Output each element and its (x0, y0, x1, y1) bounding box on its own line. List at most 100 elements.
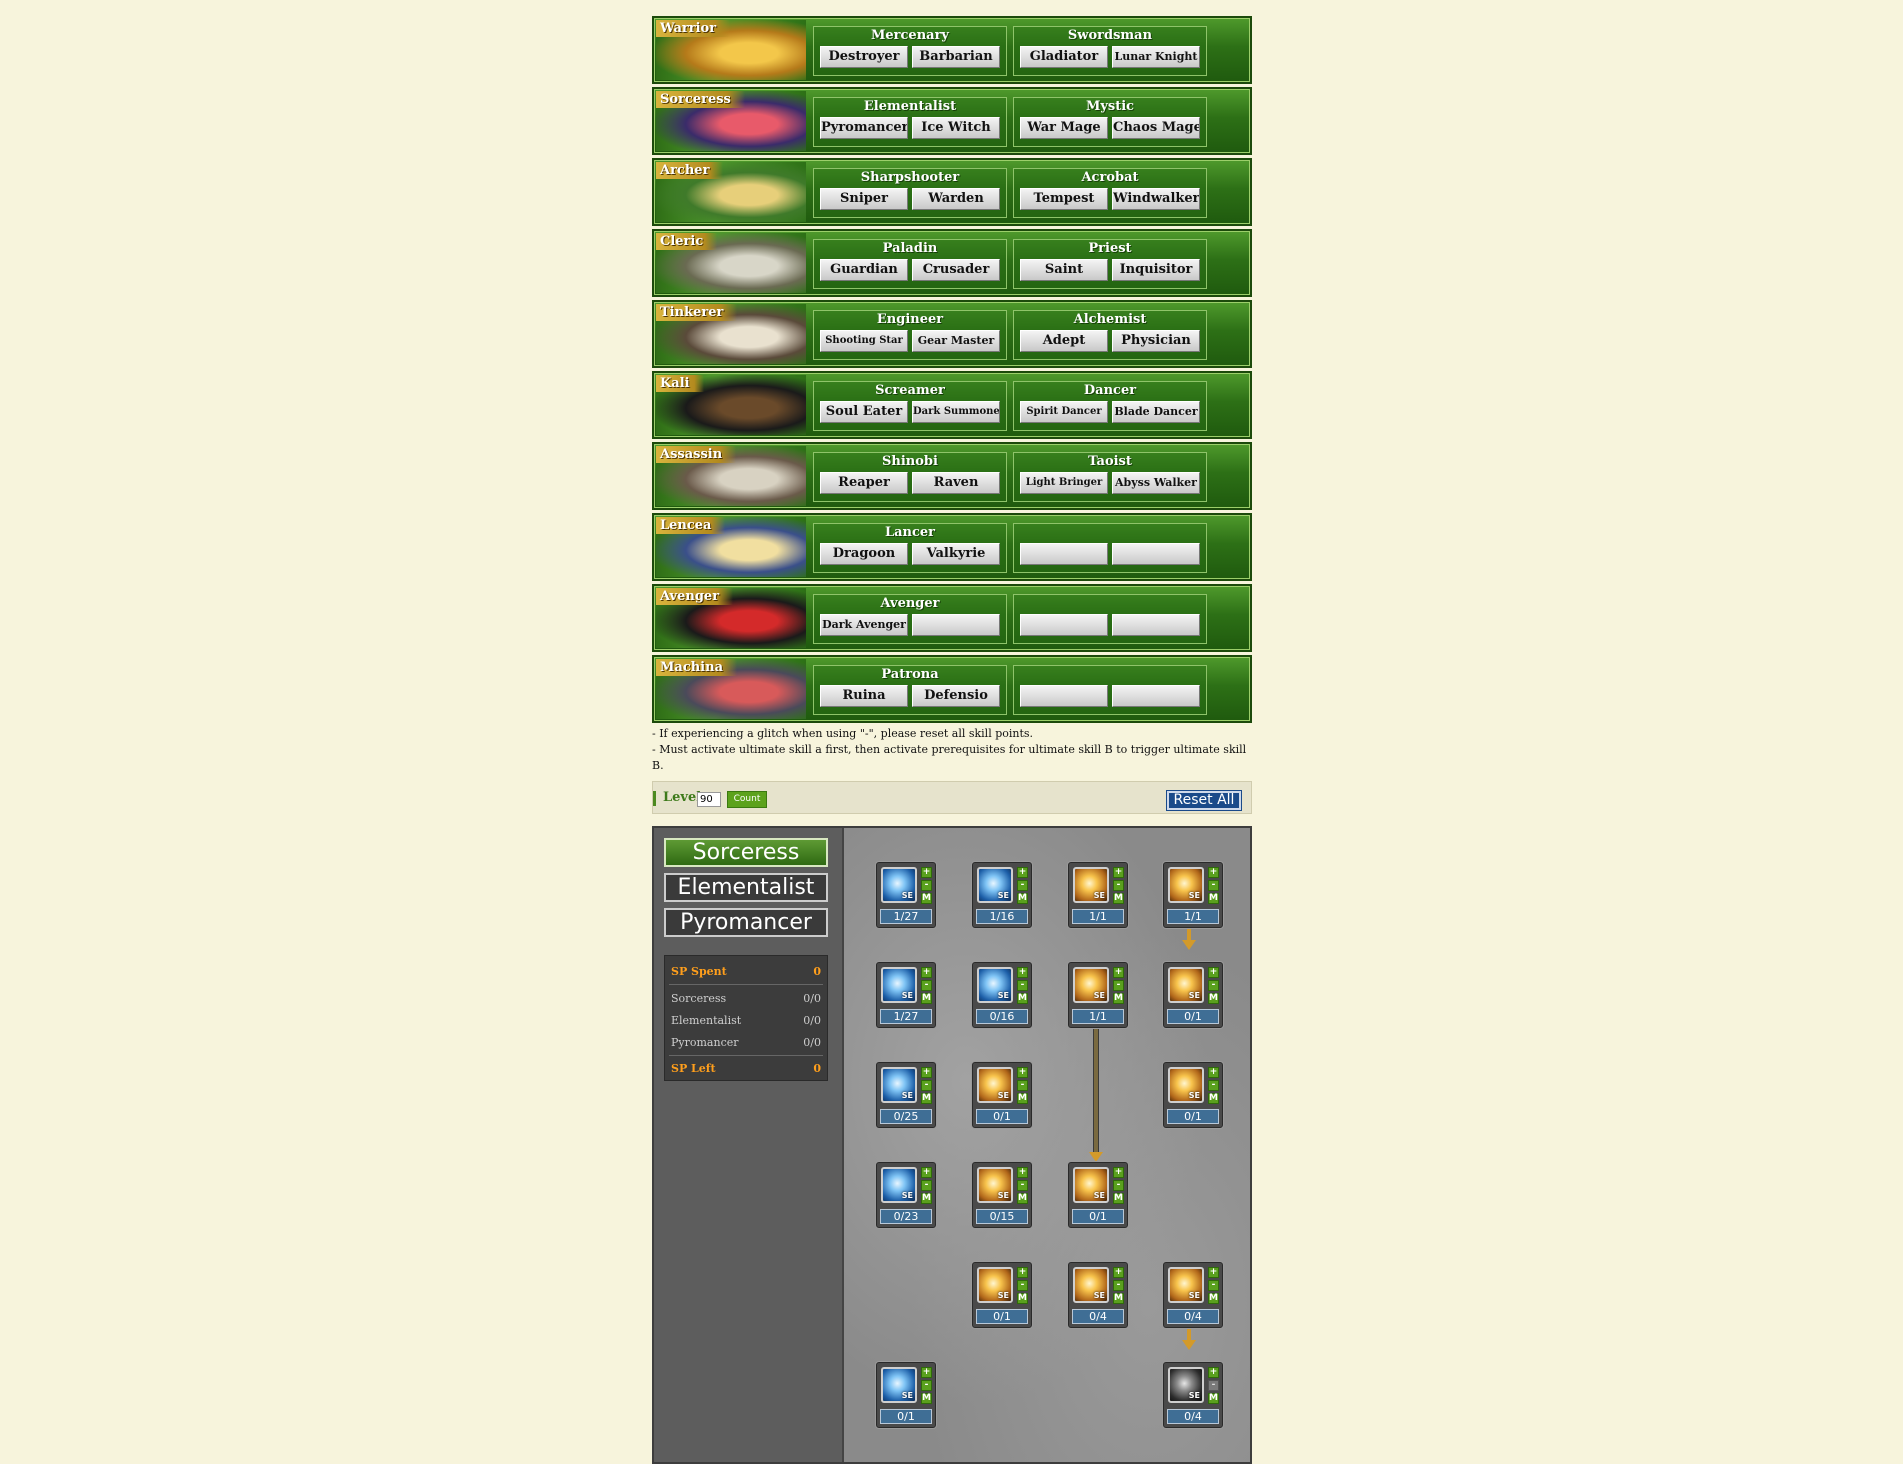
job-button[interactable]: Warden (912, 188, 1000, 210)
skill-minus-button[interactable]: - (1208, 980, 1219, 991)
job-button[interactable]: Raven (912, 472, 1000, 494)
skill-max-button[interactable]: M (1113, 893, 1124, 904)
job-button[interactable]: Dragoon (820, 543, 908, 565)
skill-minus-button[interactable]: - (1017, 1080, 1028, 1091)
skill-icon[interactable]: SE (1168, 1367, 1204, 1403)
job-button[interactable]: Tempest (1020, 188, 1108, 210)
job-button[interactable]: Shooting Star (820, 330, 908, 352)
job-button[interactable] (1112, 614, 1200, 636)
skill-max-button[interactable]: M (1017, 993, 1028, 1004)
skill-icon[interactable]: SE (977, 1267, 1013, 1303)
skill-plus-button[interactable]: + (921, 967, 932, 978)
job-button[interactable] (1112, 543, 1200, 565)
skill-max-button[interactable]: M (1113, 993, 1124, 1004)
skill-max-button[interactable]: M (1208, 893, 1219, 904)
job-button[interactable] (1020, 685, 1108, 707)
skill-plus-button[interactable]: + (1113, 1267, 1124, 1278)
job-button[interactable]: Dark Avenger (820, 614, 908, 636)
job-button[interactable]: War Mage (1020, 117, 1108, 139)
skill-plus-button[interactable]: + (1017, 1067, 1028, 1078)
tab-elementalist[interactable]: Elementalist (664, 873, 828, 902)
job-button[interactable]: Valkyrie (912, 543, 1000, 565)
skill-icon[interactable]: SE (1168, 967, 1204, 1003)
skill-icon[interactable]: SE (881, 967, 917, 1003)
job-button[interactable]: Gladiator (1020, 46, 1108, 68)
skill-minus-button[interactable]: - (1208, 1380, 1219, 1391)
job-button[interactable]: Reaper (820, 472, 908, 494)
class-portrait[interactable]: Assassin (656, 446, 806, 506)
job-button[interactable]: Ruina (820, 685, 908, 707)
class-portrait[interactable]: Warrior (656, 20, 806, 80)
skill-icon[interactable]: SE (977, 867, 1013, 903)
skill-plus-button[interactable]: + (1113, 1167, 1124, 1178)
job-button[interactable]: Destroyer (820, 46, 908, 68)
skill-minus-button[interactable]: - (1017, 1280, 1028, 1291)
skill-icon[interactable]: SE (1168, 867, 1204, 903)
skill-max-button[interactable]: M (1208, 1093, 1219, 1104)
job-button[interactable]: Pyromancer (820, 117, 908, 139)
job-button[interactable]: Dark Summoner (912, 401, 1000, 423)
skill-plus-button[interactable]: + (921, 1367, 932, 1378)
job-button[interactable]: Crusader (912, 259, 1000, 281)
class-portrait[interactable]: Archer (656, 162, 806, 222)
skill-icon[interactable]: SE (881, 1067, 917, 1103)
skill-minus-button[interactable]: - (1208, 1080, 1219, 1091)
skill-minus-button[interactable]: - (1113, 880, 1124, 891)
skill-minus-button[interactable]: - (921, 980, 932, 991)
skill-plus-button[interactable]: + (1017, 867, 1028, 878)
skill-max-button[interactable]: M (921, 1393, 932, 1404)
skill-icon[interactable]: SE (1168, 1267, 1204, 1303)
skill-plus-button[interactable]: + (921, 1167, 932, 1178)
skill-plus-button[interactable]: + (1208, 1067, 1219, 1078)
skill-plus-button[interactable]: + (1208, 1367, 1219, 1378)
skill-plus-button[interactable]: + (1208, 967, 1219, 978)
skill-max-button[interactable]: M (1017, 1293, 1028, 1304)
skill-minus-button[interactable]: - (1017, 1180, 1028, 1191)
job-button[interactable]: Ice Witch (912, 117, 1000, 139)
skill-max-button[interactable]: M (1017, 1193, 1028, 1204)
skill-icon[interactable]: SE (1073, 1167, 1109, 1203)
class-portrait[interactable]: Machina (656, 659, 806, 719)
skill-icon[interactable]: SE (977, 1167, 1013, 1203)
skill-icon[interactable]: SE (1073, 1267, 1109, 1303)
skill-max-button[interactable]: M (1017, 1093, 1028, 1104)
skill-minus-button[interactable]: - (921, 880, 932, 891)
class-portrait[interactable]: Sorceress (656, 91, 806, 151)
job-button[interactable] (1020, 543, 1108, 565)
job-button[interactable]: Chaos Mage (1112, 117, 1200, 139)
skill-minus-button[interactable]: - (1113, 1280, 1124, 1291)
job-button[interactable]: Abyss Walker (1112, 472, 1200, 494)
reset-all-button[interactable]: Reset All (1166, 790, 1242, 811)
skill-icon[interactable]: SE (977, 1067, 1013, 1103)
skill-plus-button[interactable]: + (1017, 1267, 1028, 1278)
tab-sorceress[interactable]: Sorceress (664, 838, 828, 867)
skill-minus-button[interactable]: - (1017, 880, 1028, 891)
job-button[interactable]: Barbarian (912, 46, 1000, 68)
skill-minus-button[interactable]: - (1208, 880, 1219, 891)
skill-max-button[interactable]: M (1208, 1293, 1219, 1304)
job-button[interactable]: Windwalker (1112, 188, 1200, 210)
skill-icon[interactable]: SE (1168, 1067, 1204, 1103)
class-portrait[interactable]: Lencea (656, 517, 806, 577)
skill-plus-button[interactable]: + (1017, 1167, 1028, 1178)
job-button[interactable]: Saint (1020, 259, 1108, 281)
job-button[interactable]: Guardian (820, 259, 908, 281)
class-portrait[interactable]: Tinkerer (656, 304, 806, 364)
skill-minus-button[interactable]: - (921, 1080, 932, 1091)
skill-icon[interactable]: SE (1073, 967, 1109, 1003)
skill-max-button[interactable]: M (921, 1193, 932, 1204)
skill-minus-button[interactable]: - (921, 1180, 932, 1191)
skill-minus-button[interactable]: - (1113, 980, 1124, 991)
skill-icon[interactable]: SE (1073, 867, 1109, 903)
skill-max-button[interactable]: M (1113, 1193, 1124, 1204)
job-button[interactable]: Lunar Knight (1112, 46, 1200, 68)
job-button[interactable]: Soul Eater (820, 401, 908, 423)
skill-minus-button[interactable]: - (1017, 980, 1028, 991)
class-portrait[interactable]: Avenger (656, 588, 806, 648)
skill-plus-button[interactable]: + (1017, 967, 1028, 978)
class-portrait[interactable]: Cleric (656, 233, 806, 293)
skill-max-button[interactable]: M (921, 893, 932, 904)
level-input[interactable] (697, 792, 721, 807)
skill-icon[interactable]: SE (881, 1367, 917, 1403)
skill-icon[interactable]: SE (881, 867, 917, 903)
